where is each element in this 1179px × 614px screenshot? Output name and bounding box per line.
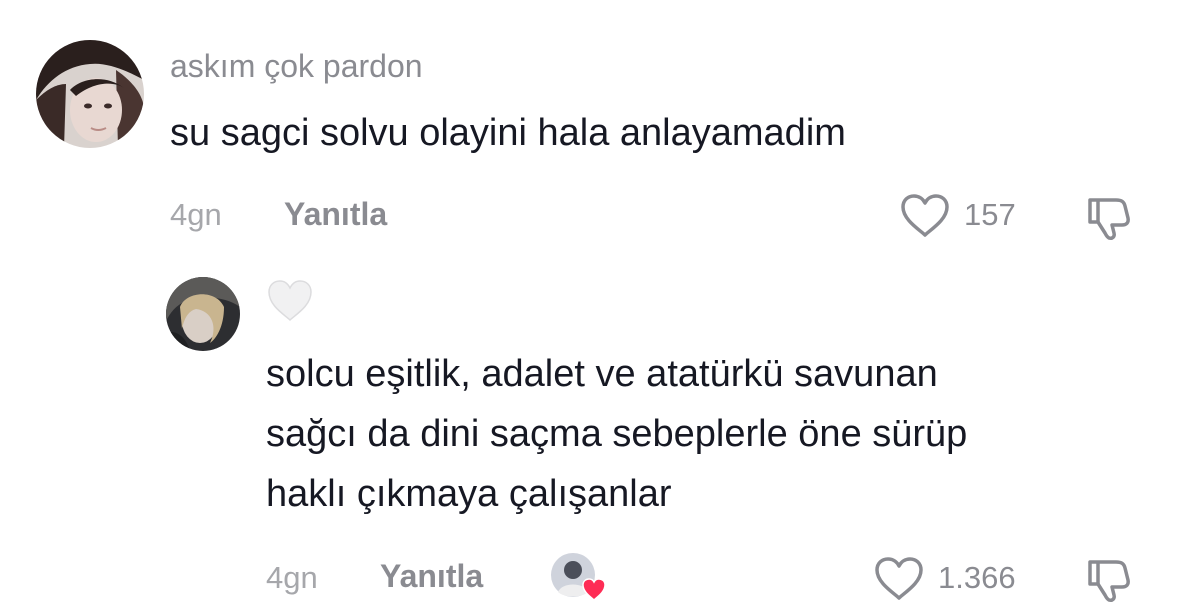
thumbs-down-icon[interactable]: [1084, 554, 1134, 604]
comment-time: 4gn: [170, 197, 222, 232]
thumbs-down-icon[interactable]: [1084, 192, 1134, 242]
avatar[interactable]: [166, 277, 240, 351]
reply-comment-item: solcu eşitlik, adalet ve atatürkü savuna…: [0, 260, 1179, 614]
comment-text-line: sağcı da dini saçma sebeplerle öne sürüp: [266, 413, 968, 455]
comment-text: su sagci solvu olayini hala anlayamadim: [170, 112, 846, 154]
creator-avatar-with-red-heart-icon: [550, 552, 606, 602]
comment-time: 4gn: [266, 560, 318, 595]
comment-item: askım çok pardon su sagci solvu olayini …: [0, 0, 1179, 260]
avatar[interactable]: [36, 40, 144, 148]
reply-button[interactable]: Yanıtla: [284, 196, 387, 233]
comment-text-line: haklı çıkmaya çalışanlar: [266, 473, 672, 515]
like-count: 1.366: [938, 560, 1016, 595]
reply-button[interactable]: Yanıtla: [380, 558, 483, 595]
heart-outline-icon[interactable]: [874, 556, 924, 602]
like-count: 157: [964, 197, 1016, 232]
comment-username[interactable]: askım çok pardon: [170, 48, 423, 85]
heart-outline-icon[interactable]: [900, 193, 950, 239]
comment-text-line: solcu eşitlik, adalet ve atatürkü savuna…: [266, 353, 938, 395]
creator-liked-white-heart-icon: [266, 278, 314, 324]
